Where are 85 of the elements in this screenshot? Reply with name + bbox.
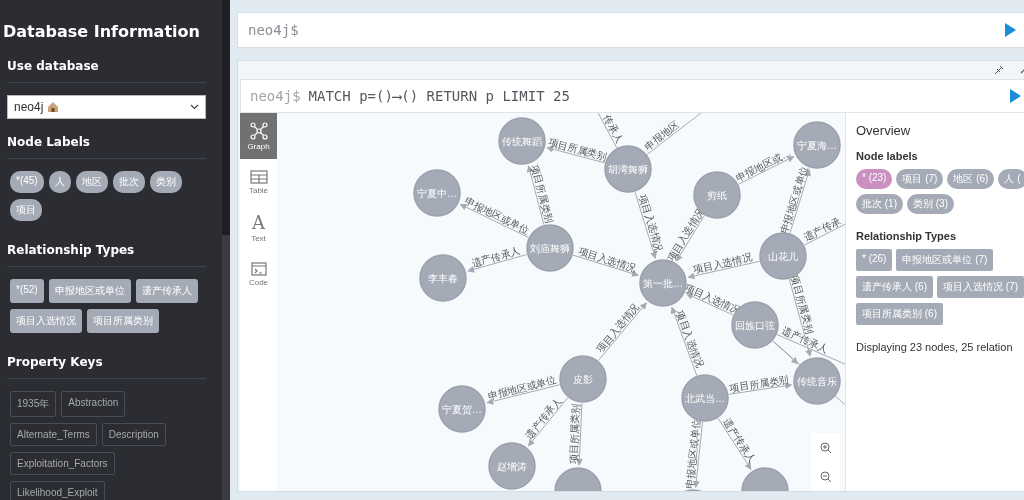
graph-node[interactable] xyxy=(741,467,789,491)
graph-node[interactable] xyxy=(639,259,687,307)
node-label-tag[interactable]: 批次 xyxy=(112,171,145,193)
node-label: 皮影 xyxy=(573,373,593,385)
relationship-tag[interactable]: 申报地区或单位 (7) xyxy=(896,249,994,271)
section-heading: Property Keys xyxy=(7,355,206,379)
zoom-in-icon[interactable] xyxy=(819,441,832,454)
section-heading: Use database xyxy=(7,59,206,83)
scrollbar[interactable] xyxy=(222,0,230,500)
relationship-tag[interactable]: 遗产传承人 xyxy=(135,279,198,303)
node-label-tag[interactable]: *(45) xyxy=(10,171,44,193)
node-label: 刘庙舞狮 xyxy=(530,242,570,254)
section-heading: Relationship Types xyxy=(856,230,958,242)
property-key-tag[interactable]: 1935年 xyxy=(10,391,57,417)
node-label-tag[interactable]: 地区 (6) xyxy=(947,169,995,189)
database-select[interactable]: neo4j xyxy=(7,95,206,119)
relationship-tag[interactable]: 项目入选情况 xyxy=(10,309,82,333)
text-glyph: A xyxy=(252,213,265,232)
zoom-out-icon[interactable] xyxy=(819,470,832,483)
graph-node[interactable] xyxy=(793,121,841,169)
caret-icon xyxy=(190,104,199,110)
node-label: 赵增涛 xyxy=(497,460,527,472)
node-label-tag[interactable]: 地区 xyxy=(75,171,108,193)
graph-node[interactable] xyxy=(554,467,602,491)
section-heading: Node labels xyxy=(856,150,919,162)
property-key-tag[interactable]: Exploitation_Factors xyxy=(10,452,115,475)
graph-node[interactable] xyxy=(438,385,486,433)
query-editor[interactable]: neo4j$ xyxy=(237,12,1024,48)
node-label: 回族口弦 xyxy=(735,319,775,331)
view-tab[interactable]: A Text xyxy=(240,205,277,251)
relationship-tag[interactable]: 项目入选情况 (7) xyxy=(937,276,1024,298)
query-text: MATCH p=()⟶() RETURN p LIMIT 25 xyxy=(308,88,571,104)
property-key-tag[interactable]: Abstraction xyxy=(61,391,126,417)
graph-node[interactable] xyxy=(498,117,546,165)
node-label-tag[interactable]: 类别 xyxy=(149,171,182,193)
relationship-tag[interactable]: 遗产传承人 (6) xyxy=(856,276,933,298)
graph-icon xyxy=(249,121,268,140)
node-label: 传统舞蹈 xyxy=(502,135,542,147)
node-label: 传统音乐 xyxy=(797,375,837,387)
relationship-tag[interactable]: 项目所属类别 xyxy=(87,309,159,333)
graph-node[interactable] xyxy=(731,301,779,349)
section-heading: Node Labels xyxy=(7,135,206,159)
graph-canvas[interactable] xyxy=(277,113,845,491)
node-label: 北武当… xyxy=(685,392,725,404)
node-label-tag[interactable]: 人 xyxy=(48,171,71,193)
node-label-tag[interactable]: 批次 (1) xyxy=(856,194,903,214)
node-label-tag[interactable]: 项目 xyxy=(10,199,42,221)
node-label: 宁夏海… xyxy=(797,139,837,151)
graph-node[interactable] xyxy=(413,169,461,217)
node-label: 胡湾舞狮 xyxy=(608,163,648,175)
node-label-tag[interactable]: 人 ( xyxy=(998,169,1024,189)
view-tab[interactable]: Graph xyxy=(240,113,277,159)
summary-text: Displaying 23 nodes, 25 relation xyxy=(856,341,1014,353)
node-label-tag[interactable]: 类别 (3) xyxy=(907,194,954,214)
play-icon[interactable] xyxy=(1002,22,1018,38)
graph-node[interactable] xyxy=(488,442,536,490)
graph-node[interactable] xyxy=(419,254,467,302)
relationship-tag[interactable]: * (26) xyxy=(856,249,893,271)
node-label: 剪纸 xyxy=(707,189,727,201)
view-tab[interactable]: Table xyxy=(240,159,277,205)
table-icon xyxy=(249,169,268,184)
relationship-tag[interactable]: *(52) xyxy=(10,279,44,303)
view-tab[interactable]: Code xyxy=(240,251,277,297)
pin-icon[interactable] xyxy=(994,65,1004,75)
node-label: 第一批… xyxy=(643,277,683,289)
prompt-text: neo4j$ xyxy=(250,88,301,104)
property-key-tag[interactable]: Likelihood_Exploit xyxy=(10,481,105,500)
play-icon[interactable] xyxy=(1007,88,1023,104)
node-label: 宁夏贺… xyxy=(442,403,482,415)
sidebar-title: Database Information xyxy=(3,22,201,41)
property-key-tag[interactable]: Alternate_Terms xyxy=(10,423,97,446)
overview-title: Overview xyxy=(856,123,912,138)
graph-node[interactable] xyxy=(793,357,841,405)
node-label: 山花儿 xyxy=(768,250,798,262)
node-label-tag[interactable]: * (23) xyxy=(856,169,893,189)
node-label-tag[interactable]: 项目 (7) xyxy=(896,169,944,189)
query-bar[interactable]: neo4j$ MATCH p=()⟶() RETURN p LIMIT 25 xyxy=(240,79,1024,113)
relationship-tag[interactable]: 申报地区或单位 xyxy=(48,279,131,303)
terminal-icon xyxy=(250,261,267,276)
house-icon xyxy=(47,101,60,113)
node-label: 李丰春 xyxy=(428,272,458,284)
property-key-tag[interactable]: Description xyxy=(101,423,166,446)
node-label: 宁夏中… xyxy=(417,187,457,199)
relationship-tag[interactable]: 项目所属类别 (6) xyxy=(856,303,943,325)
section-heading: Relationship Types xyxy=(7,243,206,267)
